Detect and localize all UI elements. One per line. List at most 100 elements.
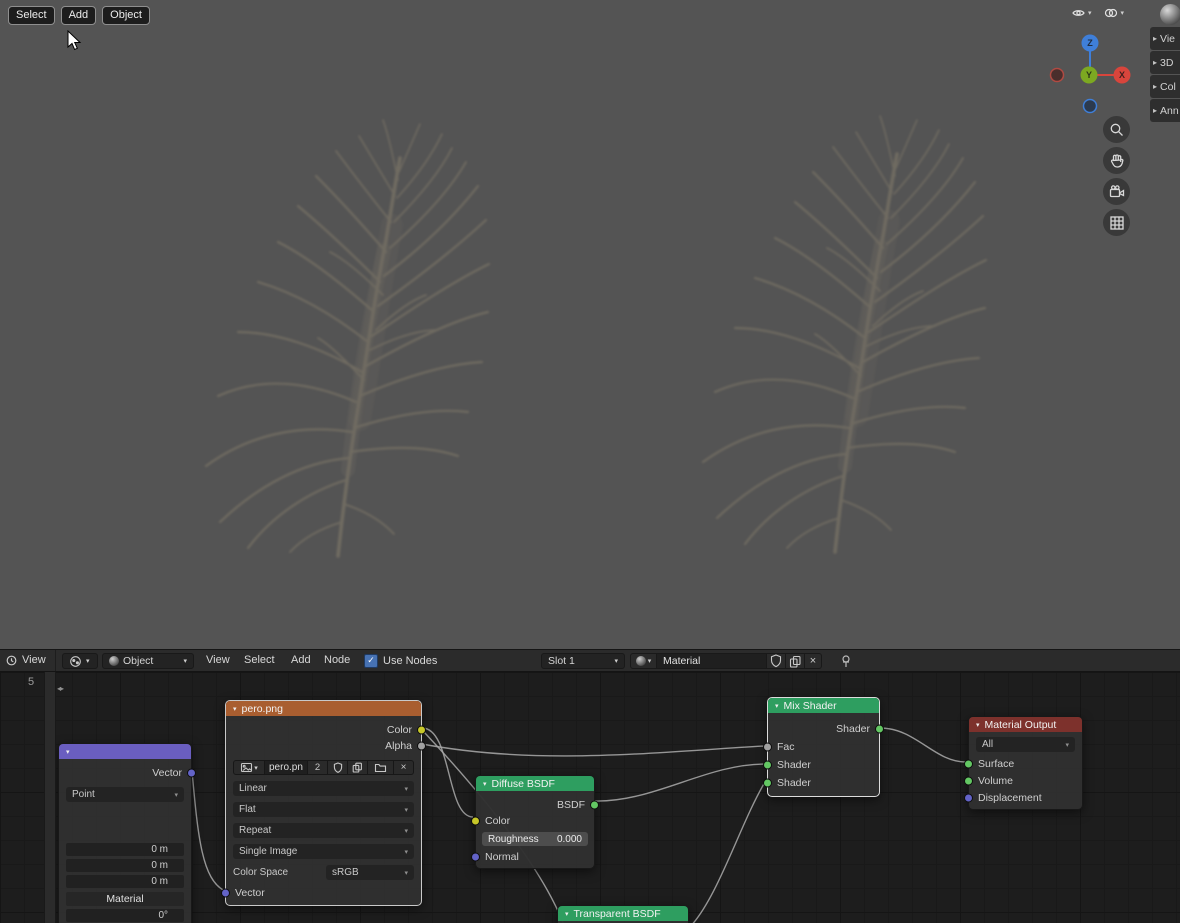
rotation-field[interactable]: 0° bbox=[66, 909, 184, 922]
menu-view[interactable]: View bbox=[202, 650, 234, 671]
transparent-node-header[interactable]: ▾ Transparent BSDF bbox=[558, 906, 688, 921]
menu-node[interactable]: Node bbox=[320, 650, 354, 671]
image-node-header[interactable]: ▾ pero.png bbox=[226, 701, 421, 716]
axis-neg-z-ball[interactable] bbox=[1082, 98, 1098, 114]
interpolation-dropdown[interactable]: Linear ▾ bbox=[233, 781, 414, 796]
displacement-input-socket[interactable] bbox=[964, 793, 973, 802]
viewport-3d[interactable]: Select Add Object Z X Y ▸ Vie ▸ 3D ▸ Col… bbox=[0, 0, 1180, 650]
shader-output-socket[interactable] bbox=[875, 724, 884, 734]
feather-object-left[interactable] bbox=[206, 120, 489, 556]
output-node-header[interactable]: ▾ Material Output bbox=[969, 717, 1082, 732]
browse-material-dropdown[interactable]: ▾ bbox=[630, 653, 657, 669]
shading-mode-sphere-icon[interactable] bbox=[1160, 4, 1180, 25]
vector-input-socket[interactable] bbox=[221, 888, 230, 898]
image-fake-user-button[interactable] bbox=[328, 760, 348, 775]
volume-input-socket[interactable] bbox=[964, 776, 973, 785]
node-mix-shader[interactable]: ▾ Mix Shader Shader Fac Shader Shader bbox=[763, 697, 884, 797]
menu-view-left[interactable]: View bbox=[22, 650, 46, 671]
roughness-slider[interactable]: Roughness 0.000 bbox=[482, 832, 588, 846]
browse-image-dropdown[interactable]: ▾ bbox=[233, 760, 265, 775]
fake-user-button[interactable] bbox=[767, 653, 786, 669]
color-space-dropdown[interactable]: sRGB ▾ bbox=[326, 865, 414, 880]
axis-neg-x-ball[interactable] bbox=[1049, 67, 1065, 83]
image-name-input[interactable] bbox=[265, 760, 308, 775]
collapse-icon[interactable]: ▾ bbox=[233, 705, 237, 713]
location-y-field[interactable]: 0 m bbox=[66, 859, 184, 872]
projection-dropdown[interactable]: Flat ▾ bbox=[233, 802, 414, 817]
node-image-texture[interactable]: ▾ pero.png Color Alpha ▾ pero.png 2 × Li… bbox=[221, 700, 426, 906]
gizmos-dropdown[interactable]: ▾ bbox=[1104, 7, 1124, 19]
menu-add[interactable]: Add bbox=[287, 650, 315, 671]
socket-label: Displacement bbox=[978, 791, 1042, 804]
viewport-shading-controls: ▾ ▾ bbox=[1072, 7, 1124, 19]
collapse-icon[interactable]: ▾ bbox=[483, 780, 487, 788]
mapping-type-dropdown[interactable]: Point ▾ bbox=[66, 787, 184, 802]
image-datablock-row: ▾ 2 bbox=[233, 760, 414, 775]
node-material-output[interactable]: ▾ Material Output All ▾ Surface Volume D… bbox=[964, 716, 1083, 810]
material-label-field[interactable]: Material bbox=[66, 892, 184, 906]
color-input-socket[interactable] bbox=[471, 816, 480, 826]
node-diffuse-bsdf[interactable]: ▾ Diffuse BSDF BSDF Color Roughness 0.00… bbox=[471, 775, 599, 869]
unlink-material-button[interactable]: × bbox=[805, 653, 822, 669]
vector-output-socket[interactable] bbox=[187, 768, 196, 778]
feather-object-right[interactable] bbox=[703, 116, 986, 552]
menu-object[interactable]: Object bbox=[102, 6, 150, 25]
camera-view-button[interactable] bbox=[1103, 178, 1130, 205]
fac-input-socket[interactable] bbox=[763, 742, 772, 752]
normal-input-socket[interactable] bbox=[471, 852, 480, 862]
surface-input-socket[interactable] bbox=[964, 759, 973, 768]
target-dropdown[interactable]: All ▾ bbox=[976, 737, 1075, 752]
extension-dropdown[interactable]: Repeat ▾ bbox=[233, 823, 414, 838]
shader1-input-socket[interactable] bbox=[763, 760, 772, 770]
zoom-button[interactable] bbox=[1103, 116, 1130, 143]
shader2-input-socket[interactable] bbox=[763, 778, 772, 788]
slot-dropdown[interactable]: Slot 1 ▾ bbox=[541, 653, 625, 669]
pan-button[interactable] bbox=[1103, 147, 1130, 174]
sidebar-panel-view[interactable]: ▸ Vie bbox=[1150, 27, 1180, 50]
menu-add[interactable]: Add bbox=[60, 6, 97, 25]
socket-label: Volume bbox=[978, 774, 1014, 787]
pin-icon[interactable] bbox=[838, 654, 853, 669]
use-nodes-label: Use Nodes bbox=[383, 654, 438, 667]
sidebar-panel-collections[interactable]: ▸ Col bbox=[1150, 75, 1180, 98]
mapping-node-header[interactable]: ▾ bbox=[59, 744, 191, 759]
overlays-dropdown[interactable]: ▾ bbox=[1072, 7, 1092, 19]
projection-value: Flat bbox=[239, 804, 256, 815]
use-nodes-checkbox[interactable]: ✓ Use Nodes bbox=[364, 650, 437, 671]
image-users-button[interactable]: 2 bbox=[308, 760, 328, 775]
image-duplicate-button[interactable] bbox=[348, 760, 368, 775]
collapse-icon[interactable]: ▾ bbox=[976, 721, 980, 729]
menu-select[interactable]: Select bbox=[240, 650, 279, 671]
navigation-gizmo[interactable]: Z X Y bbox=[1046, 28, 1138, 120]
collapse-icon[interactable]: ▾ bbox=[775, 702, 779, 710]
alpha-output-socket[interactable] bbox=[417, 741, 426, 751]
image-open-button[interactable] bbox=[368, 760, 394, 775]
sidebar-panel-3d-cursor[interactable]: ▸ 3D bbox=[1150, 51, 1180, 74]
source-dropdown[interactable]: Single Image ▾ bbox=[233, 844, 414, 859]
sidebar-panel-annotations[interactable]: ▸ Ann bbox=[1150, 99, 1180, 122]
node-mapping[interactable]: ▾ Vector Point ▾ 0 m 0 m 0 m Material 0° bbox=[58, 743, 196, 923]
editor-divider[interactable] bbox=[44, 672, 56, 923]
shader-type-dropdown[interactable]: Object ▾ bbox=[102, 653, 194, 669]
ortho-toggle-button[interactable] bbox=[1103, 209, 1130, 236]
location-z-field[interactable]: 0 m bbox=[66, 875, 184, 888]
bsdf-output-socket[interactable] bbox=[590, 800, 599, 810]
menu-select[interactable]: Select bbox=[8, 6, 55, 25]
blender-window: Select Add Object Z X Y ▸ Vie ▸ 3D ▸ Col… bbox=[0, 0, 1180, 923]
socket-label: Shader bbox=[836, 723, 870, 735]
panel-label: Vie bbox=[1160, 32, 1176, 45]
duplicate-material-button[interactable] bbox=[786, 653, 805, 669]
checkbox-check-icon: ✓ bbox=[364, 653, 378, 668]
image-unlink-button[interactable]: × bbox=[394, 760, 414, 775]
diffuse-node-header[interactable]: ▾ Diffuse BSDF bbox=[476, 776, 594, 791]
color-output-socket[interactable] bbox=[417, 725, 426, 735]
location-x-field[interactable]: 0 m bbox=[66, 843, 184, 856]
shader-node-editor[interactable]: ▾ Vector Point ▾ 0 m 0 m 0 m Material 0°… bbox=[0, 672, 1180, 923]
material-name-input[interactable] bbox=[657, 653, 767, 669]
node-transparent-bsdf[interactable]: ▾ Transparent BSDF bbox=[557, 905, 689, 923]
collapse-icon[interactable]: ▾ bbox=[66, 748, 70, 756]
collapse-icon[interactable]: ▾ bbox=[565, 910, 569, 918]
editor-type-dropdown[interactable]: ▾ bbox=[62, 653, 98, 669]
mix-node-header[interactable]: ▾ Mix Shader bbox=[768, 698, 879, 713]
region-resize-icon[interactable]: ◂▸ bbox=[57, 684, 64, 693]
